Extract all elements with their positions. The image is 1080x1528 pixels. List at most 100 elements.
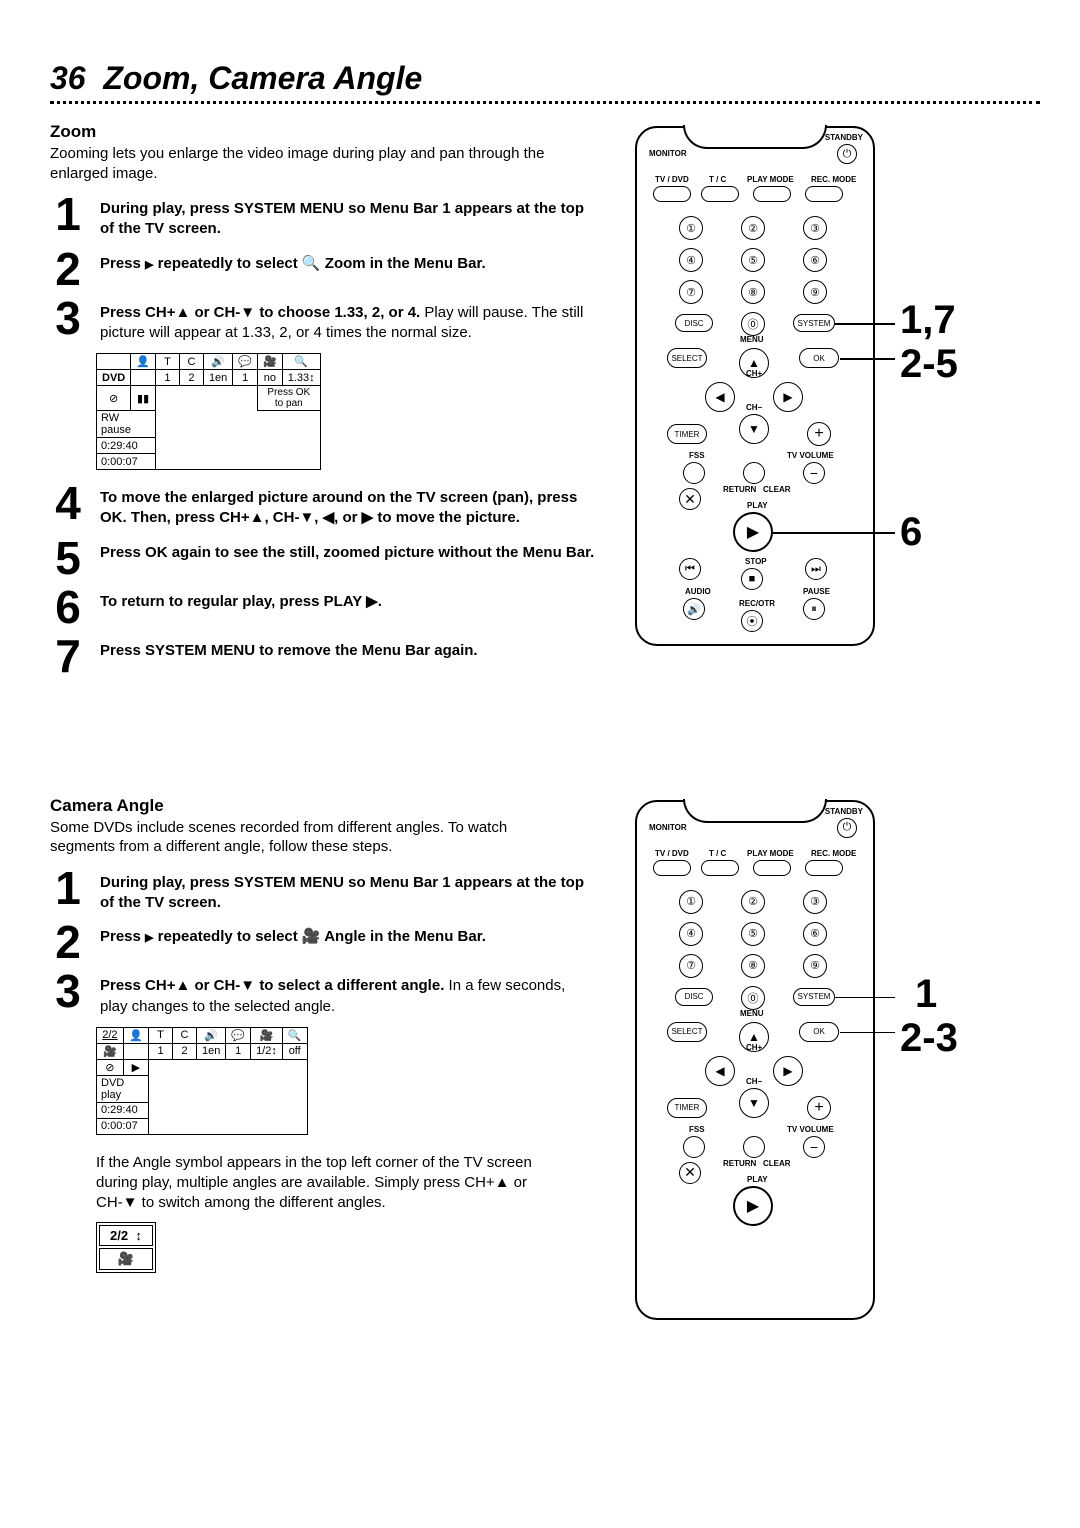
right-arrow-icon [145, 928, 153, 946]
page-title-text: Zoom, Camera Angle [103, 60, 422, 96]
next-button: ⏭ [805, 558, 827, 580]
angle-heading: Camera Angle [50, 796, 595, 816]
zoom-step-1: During play, press SYSTEM MENU so Menu B… [100, 195, 595, 240]
angle-osd-table: 2/2👤TC🔊💬🎥🔍 🎥 1 2 1en 1 1/2↕ off ⊘▶ DVD p… [96, 1027, 308, 1135]
disc-button: DISC [675, 988, 713, 1006]
camera-icon: 🎥 [302, 928, 321, 945]
page-title: 36 Zoom, Camera Angle [50, 60, 1040, 97]
num-0: ⓪ [741, 312, 765, 336]
recmode-label: REC. MODE [811, 850, 856, 858]
right-button: ▶ [773, 1056, 803, 1086]
ok-button: OK [799, 348, 839, 368]
tvdvd-button [653, 860, 691, 876]
tc-button [701, 860, 739, 876]
zoom-step-7: Press SYSTEM MENU to remove the Menu Bar… [100, 637, 478, 661]
step-number: 5 [50, 539, 86, 578]
rec-button: ⦿ [741, 610, 763, 632]
mid-button [743, 1136, 765, 1158]
play-button: ▶ [733, 1186, 773, 1226]
num-4: ④ [679, 248, 703, 272]
num-5: ⑤ [741, 922, 765, 946]
remote-illustration-zoom: STANDBY ⏻ MONITOR TV / DVD T / C PLAY MO… [625, 126, 1005, 646]
step-number: 6 [50, 588, 86, 627]
step-number: 2 [50, 923, 86, 962]
dotted-rule [50, 101, 1040, 104]
angle-intro: Some DVDs include scenes recorded from d… [50, 818, 570, 857]
num-2: ② [741, 890, 765, 914]
ok-button: OK [799, 1022, 839, 1042]
playmode-button [753, 186, 791, 202]
return-label: RETURN [723, 486, 756, 494]
angle-step-1: During play, press SYSTEM MENU so Menu B… [100, 869, 595, 914]
tvdvd-label: TV / DVD [655, 850, 689, 858]
num-2: ② [741, 216, 765, 240]
callout-2-3: 2-3 [900, 1016, 958, 1061]
num-7: ⑦ [679, 954, 703, 978]
playmode-button [753, 860, 791, 876]
clear-label: CLEAR [763, 486, 791, 494]
playmode-label: PLAY MODE [747, 850, 794, 858]
play-button: ▶ [733, 512, 773, 552]
fss-button [683, 462, 705, 484]
num-4: ④ [679, 922, 703, 946]
num-8: ⑧ [741, 954, 765, 978]
stop-button: ■ [741, 568, 763, 590]
zoom-osd-table: 👤TC🔊💬🎥🔍 DVD 1 2 1en 1 no 1.33↕ ⊘ ▮▮ Pres… [96, 353, 321, 470]
recmode-button [805, 860, 843, 876]
angle-note: If the Angle symbol appears in the top l… [96, 1149, 556, 1214]
callout-6: 6 [900, 510, 922, 555]
angle-badge: 2/2 ↕ 🎥 [96, 1222, 156, 1273]
right-arrow-icon [145, 255, 153, 273]
zoom-step-2: Press repeatedly to select 🔍 Zoom in the… [100, 250, 486, 274]
play-label: PLAY [747, 502, 768, 510]
num-9: ⑨ [803, 954, 827, 978]
standby-label: STANDBY [825, 808, 863, 816]
fss-label: FSS [689, 452, 705, 460]
playmode-label: PLAY MODE [747, 176, 794, 184]
mute-button: ✕ [679, 488, 701, 510]
page-number: 36 [50, 60, 86, 96]
step-number: 3 [50, 972, 86, 1011]
menu-label: MENU [740, 336, 764, 344]
mid-button [743, 462, 765, 484]
stop-label: STOP [745, 558, 767, 566]
plus-button: + [807, 422, 831, 446]
pause-label: PAUSE [803, 588, 830, 596]
step-number: 1 [50, 869, 86, 908]
chminus-label: CH− [746, 1078, 762, 1086]
standby-button: ⏻ [837, 818, 857, 838]
right-button: ▶ [773, 382, 803, 412]
num-3: ③ [803, 890, 827, 914]
tc-label: T / C [709, 176, 726, 184]
audio-label: AUDIO [685, 588, 711, 596]
num-8: ⑧ [741, 280, 765, 304]
standby-button: ⏻ [837, 144, 857, 164]
step-number: 2 [50, 250, 86, 289]
num-6: ⑥ [803, 248, 827, 272]
tc-label: T / C [709, 850, 726, 858]
prev-button: ⏮ [679, 558, 701, 580]
callout-2-5: 2-5 [900, 342, 958, 387]
minus-button: − [803, 462, 825, 484]
step-number: 3 [50, 299, 86, 338]
system-button: SYSTEM [793, 988, 835, 1006]
angle-step-3: Press CH+▲ or CH-▼ to select a different… [100, 972, 595, 1017]
num-3: ③ [803, 216, 827, 240]
tc-button [701, 186, 739, 202]
plus-button: + [807, 1096, 831, 1120]
callout-1: 1 [915, 972, 937, 1017]
zoom-intro: Zooming lets you enlarge the video image… [50, 144, 570, 183]
system-button: SYSTEM [793, 314, 835, 332]
num-6: ⑥ [803, 922, 827, 946]
tvdvd-button [653, 186, 691, 202]
mute-button: ✕ [679, 1162, 701, 1184]
step-number: 1 [50, 195, 86, 234]
zoom-step-3: Press CH+▲ or CH-▼ to choose 1.33, 2, or… [100, 299, 595, 344]
clear-label: CLEAR [763, 1160, 791, 1168]
angle-step-2: Press repeatedly to select 🎥 Angle in th… [100, 923, 486, 947]
tvvol-label: TV VOLUME [787, 1126, 834, 1134]
down-button: ▼ [739, 1088, 769, 1118]
monitor-label: MONITOR [649, 150, 687, 158]
down-button: ▼ [739, 414, 769, 444]
left-button: ◀ [705, 382, 735, 412]
